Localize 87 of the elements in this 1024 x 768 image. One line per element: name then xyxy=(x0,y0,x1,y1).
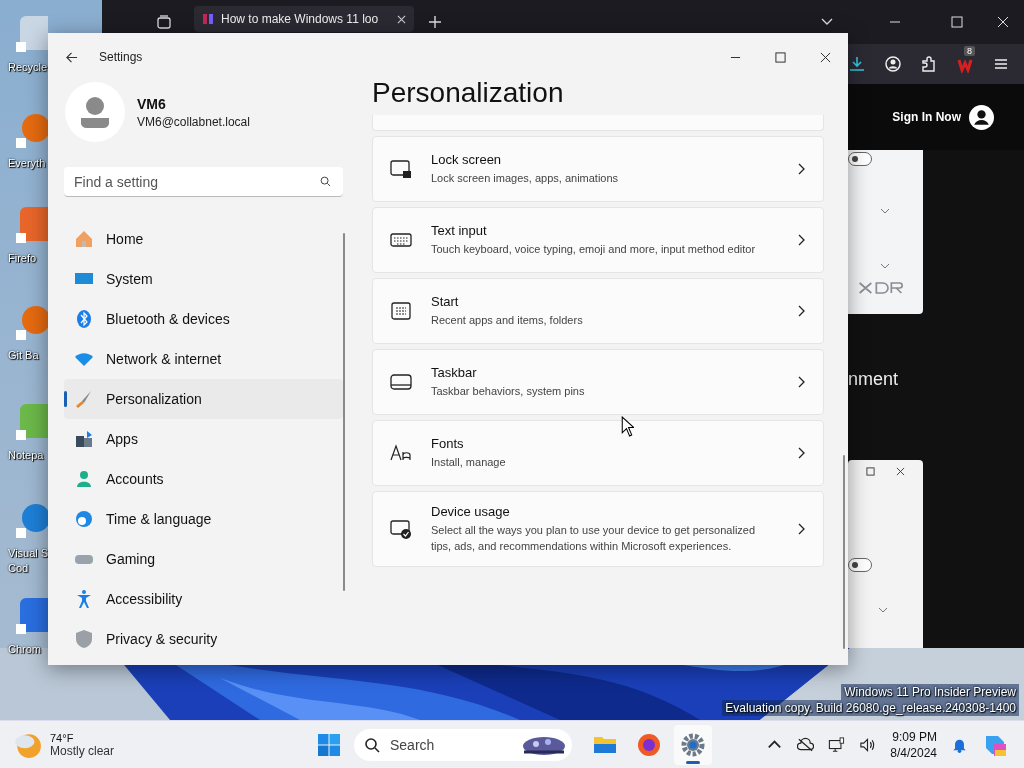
nav-item[interactable]: Bluetooth & devices xyxy=(64,299,343,339)
mouse-cursor-icon xyxy=(621,416,634,437)
temperature: 74°F xyxy=(50,732,75,744)
chevron-right-icon xyxy=(797,305,805,317)
card-description: Select all the ways you plan to use your device to get personalized tips, ads, and recommendations within Microsoft experiences. xyxy=(431,523,757,554)
nav-item[interactable]: System xyxy=(64,259,343,299)
volume-icon[interactable] xyxy=(859,736,877,753)
nav-icon xyxy=(74,469,94,489)
settings-card[interactable]: Lock screen Lock screen images, apps, animations xyxy=(372,136,824,202)
search-field[interactable]: Find a setting xyxy=(64,167,343,197)
cloud-off-icon[interactable] xyxy=(797,736,815,753)
settings-card[interactable]: Taskbar Taskbar behaviors, system pins xyxy=(372,349,824,415)
nav-icon xyxy=(74,229,94,249)
avatar-icon[interactable] xyxy=(969,104,994,130)
maximize-icon[interactable] xyxy=(775,51,786,63)
toggle-switch[interactable] xyxy=(848,558,872,572)
chevron-right-icon xyxy=(797,234,805,246)
chevron-right-icon xyxy=(797,447,805,459)
nav-icon xyxy=(74,629,94,649)
search-icon xyxy=(320,176,331,187)
browser-icon xyxy=(637,732,661,757)
toggle-switch[interactable] xyxy=(848,152,872,166)
page-heading: nment xyxy=(848,369,899,390)
sign-in-link[interactable]: Sign In Now xyxy=(892,110,961,124)
search-icon xyxy=(364,736,380,753)
card-title: Lock screen xyxy=(431,152,503,167)
maximize-icon[interactable] xyxy=(866,467,875,476)
weather-condition: Mostly clear xyxy=(50,744,114,758)
taskbar-app[interactable] xyxy=(674,724,712,765)
site-icon xyxy=(202,13,214,25)
card-title: Fonts xyxy=(431,436,465,451)
weather-icon xyxy=(14,731,42,759)
card-description: Taskbar behaviors, system pins xyxy=(431,384,586,399)
card-title: Text input xyxy=(431,223,488,238)
settings-card[interactable]: Fonts Install, manage xyxy=(372,420,824,486)
card-title: Taskbar xyxy=(431,365,478,380)
nav-item[interactable]: Time & language xyxy=(64,499,343,539)
download-icon[interactable] xyxy=(848,55,866,73)
window-title: Settings xyxy=(99,50,143,64)
chevron-right-icon xyxy=(797,376,805,388)
tab-title: How to make Windows 11 loo xyxy=(221,12,379,26)
card-description: Touch keyboard, voice typing, emoji and more, input method editor xyxy=(431,242,757,257)
puzzle-icon[interactable] xyxy=(920,55,938,73)
start-icon[interactable] xyxy=(317,732,341,757)
card-description: Install, manage xyxy=(431,455,507,470)
card-icon xyxy=(390,371,412,393)
account-icon[interactable] xyxy=(884,55,902,73)
card-title: Device usage xyxy=(431,504,511,519)
watermark-text: Evaluation copy. Build 26080.ge_release.240308-1400 xyxy=(722,700,1019,716)
card-title: Start xyxy=(431,294,460,309)
card-icon xyxy=(390,300,412,322)
settings-card[interactable]: Text input Touch keyboard, voice typing, emoji and more, input method editor xyxy=(372,207,824,273)
card-icon xyxy=(390,158,412,180)
nav-item[interactable]: Gaming xyxy=(64,539,343,579)
card-icon xyxy=(390,518,412,540)
nav-item[interactable]: Accounts xyxy=(64,459,343,499)
watermark-text: Windows 11 Pro Insider Preview xyxy=(841,684,1019,700)
tab-overview-icon[interactable] xyxy=(156,14,172,30)
weather-widget[interactable]: 74°F Mostly clear xyxy=(14,727,114,763)
close-icon[interactable] xyxy=(820,51,831,63)
new-tab-icon[interactable] xyxy=(428,15,442,29)
nav-item[interactable]: Privacy & security xyxy=(64,619,343,659)
nav-icon xyxy=(74,509,94,529)
nav-icon xyxy=(74,429,94,449)
page-title: Personalization xyxy=(372,76,565,110)
browser-tab[interactable]: How to make Windows 11 loo xyxy=(194,6,414,32)
nav-item[interactable]: Home xyxy=(64,219,343,259)
settings-card[interactable]: Start Recent apps and items, folders xyxy=(372,278,824,344)
back-icon[interactable] xyxy=(65,50,78,64)
user-name: VM6 xyxy=(137,95,167,112)
chevron-right-icon xyxy=(797,523,805,535)
search-field[interactable]: Search xyxy=(354,728,572,761)
nav-item[interactable]: Apps xyxy=(64,419,343,459)
settings-card[interactable]: Device usage Select all the ways you plan to use your device to get personalized tips, ads, and recommendations within Microsoft experiences. xyxy=(372,491,824,567)
gear-icon xyxy=(681,732,705,757)
card-description: Lock screen images, apps, animations xyxy=(431,171,620,186)
nav-item[interactable]: Accessibility xyxy=(64,579,343,619)
card-description: Recent apps and items, folders xyxy=(431,313,584,328)
count-badge: 8 xyxy=(964,46,975,56)
chevron-right-icon xyxy=(797,163,805,175)
network-icon[interactable] xyxy=(828,736,846,753)
close-icon[interactable] xyxy=(896,467,905,476)
nav-item[interactable]: Personalization xyxy=(64,379,343,419)
user-email: VM6@collabnet.local xyxy=(137,114,250,129)
nav-icon xyxy=(74,309,94,329)
nav-item[interactable]: Network & internet xyxy=(64,339,343,379)
clock[interactable]: 9:09 PM 8/4/2024 xyxy=(890,728,937,761)
